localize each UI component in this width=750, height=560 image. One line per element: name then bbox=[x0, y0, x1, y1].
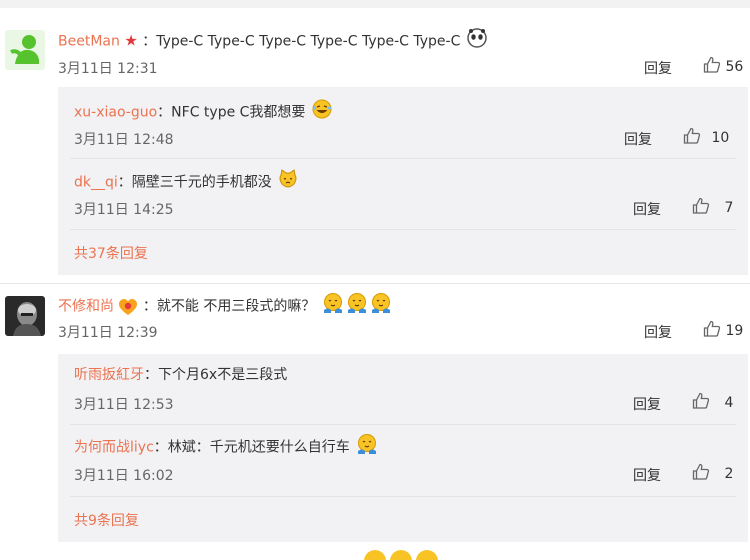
username[interactable]: dk__qi bbox=[74, 175, 118, 191]
reply-button[interactable]: 回复 bbox=[644, 322, 672, 342]
reply-line: 为何而战liyc：林斌：千元机还要什么自行车 bbox=[74, 433, 378, 462]
username[interactable]: xu-xiao-guo bbox=[74, 105, 157, 121]
like-count: 56 bbox=[725, 59, 744, 75]
comment-item: BeetMan ★ ：Type-C Type-C Type-C Type-C T… bbox=[0, 0, 750, 280]
reply-item: xu-xiao-guo：NFC type C我都想要 3月11日 12:48 回… bbox=[58, 87, 748, 157]
reply-text: ：下个月6x不是三段式 bbox=[144, 367, 288, 383]
shy-emoji-icon bbox=[346, 292, 368, 321]
shy-emoji-icon bbox=[364, 550, 386, 560]
reply-time: 3月11日 12:53 bbox=[74, 397, 174, 413]
thumbs-up-icon bbox=[703, 320, 721, 342]
like-button[interactable]: 10 bbox=[683, 127, 729, 149]
reply-item: 为何而战liyc：林斌：千元机还要什么自行车 3月11日 16:02 回复 2 bbox=[58, 425, 748, 495]
like-button[interactable]: 4 bbox=[692, 392, 733, 414]
like-count: 10 bbox=[711, 130, 730, 146]
reply-time: 3月11日 12:48 bbox=[74, 132, 174, 148]
like-count: 7 bbox=[724, 200, 734, 216]
reply-list: xu-xiao-guo：NFC type C我都想要 3月11日 12:48 回… bbox=[58, 87, 748, 275]
username[interactable]: 不修和尚 bbox=[58, 299, 114, 315]
laughing-emoji-icon bbox=[312, 99, 332, 126]
like-button[interactable]: 56 bbox=[703, 56, 743, 78]
like-count: 2 bbox=[724, 466, 734, 482]
reply-line: dk__qi：隔壁三千元的手机都没 bbox=[74, 169, 298, 196]
comment-time: 3月11日 12:39 bbox=[58, 325, 158, 341]
reply-line: xu-xiao-guo：NFC type C我都想要 bbox=[74, 99, 332, 126]
reply-button[interactable]: 回复 bbox=[633, 199, 661, 219]
thumbs-up-icon bbox=[692, 197, 710, 219]
reply-divider bbox=[70, 496, 736, 497]
next-comment-peek bbox=[364, 550, 438, 560]
reply-button[interactable]: 回复 bbox=[633, 465, 661, 485]
thumbs-up-icon bbox=[692, 463, 710, 485]
shy-emoji-icon bbox=[322, 292, 344, 321]
heart-badge-icon bbox=[118, 298, 142, 315]
reply-text: ：隔壁三千元的手机都没 bbox=[117, 174, 272, 191]
reply-divider bbox=[70, 229, 736, 230]
comment-text: ：Type-C Type-C Type-C Type-C Type-C Type… bbox=[142, 33, 461, 50]
reply-text: ：NFC type C我都想要 bbox=[157, 104, 306, 121]
star-badge-icon: ★ bbox=[124, 31, 138, 50]
avatar[interactable] bbox=[5, 296, 45, 336]
more-replies-link[interactable]: 共37条回复 bbox=[74, 243, 148, 263]
panda-emoji-icon bbox=[467, 28, 487, 55]
username[interactable]: 听雨扳紅牙 bbox=[74, 367, 144, 383]
username[interactable]: BeetMan bbox=[58, 34, 120, 50]
reply-button[interactable]: 回复 bbox=[624, 129, 652, 149]
more-replies-link[interactable]: 共9条回复 bbox=[74, 510, 139, 530]
like-button[interactable]: 2 bbox=[692, 463, 733, 485]
reply-text: ：林斌：千元机还要什么自行车 bbox=[153, 439, 350, 456]
reply-item: 听雨扳紅牙：下个月6x不是三段式 3月11日 12:53 回复 4 bbox=[58, 354, 748, 424]
comment-line: 不修和尚 ：就不能 不用三段式的嘛？ bbox=[58, 292, 392, 321]
thumbs-up-icon bbox=[703, 56, 721, 78]
like-count: 4 bbox=[724, 395, 734, 411]
shy-emoji-icon bbox=[370, 292, 392, 321]
shy-emoji-icon bbox=[356, 433, 378, 462]
reply-time: 3月11日 14:25 bbox=[74, 202, 174, 218]
avatar[interactable] bbox=[5, 30, 45, 70]
shy-emoji-icon bbox=[416, 550, 438, 560]
reply-line: 听雨扳紅牙：下个月6x不是三段式 bbox=[74, 364, 287, 386]
thumbs-up-icon bbox=[683, 127, 701, 149]
comment-item: 不修和尚 ：就不能 不用三段式的嘛？ 3月11日 12:39 回复 19 听雨扳… bbox=[0, 284, 750, 544]
reply-list: 听雨扳紅牙：下个月6x不是三段式 3月11日 12:53 回复 4 为何而战li… bbox=[58, 354, 748, 542]
reply-item: dk__qi：隔壁三千元的手机都没 3月11日 14:25 回复 7 bbox=[58, 159, 748, 229]
comment-line: BeetMan ★ ：Type-C Type-C Type-C Type-C T… bbox=[58, 28, 487, 55]
like-button[interactable]: 7 bbox=[692, 197, 733, 219]
username[interactable]: 为何而战liyc bbox=[74, 440, 154, 456]
reply-time: 3月11日 16:02 bbox=[74, 468, 174, 484]
reply-button[interactable]: 回复 bbox=[633, 394, 661, 414]
comment-time: 3月11日 12:31 bbox=[58, 61, 158, 77]
cat-emoji-icon bbox=[278, 169, 298, 196]
comment-text: ：就不能 不用三段式的嘛？ bbox=[142, 298, 316, 315]
reply-button[interactable]: 回复 bbox=[644, 58, 672, 78]
like-button[interactable]: 19 bbox=[703, 320, 743, 342]
shy-emoji-icon bbox=[390, 550, 412, 560]
thumbs-up-icon bbox=[692, 392, 710, 414]
like-count: 19 bbox=[725, 323, 744, 339]
